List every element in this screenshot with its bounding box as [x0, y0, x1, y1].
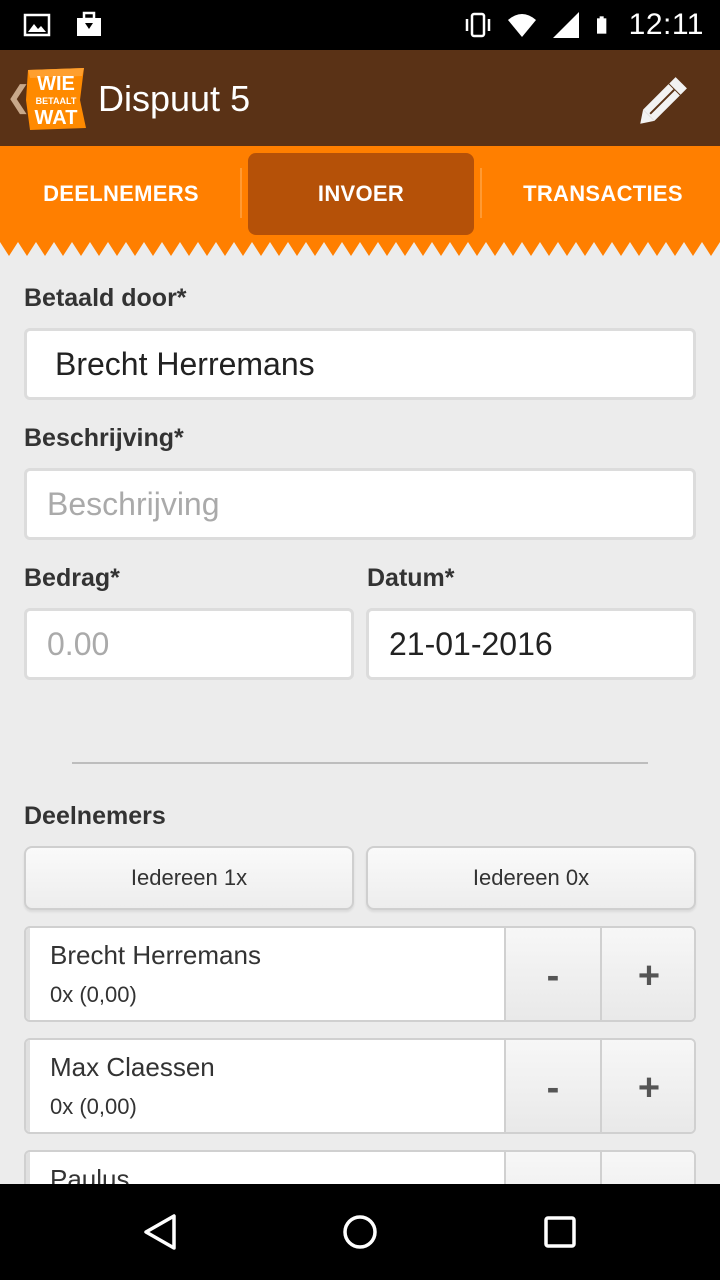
briefcase-download-icon: [77, 11, 101, 36]
zigzag-edge: [0, 242, 720, 256]
decrement-button[interactable]: [504, 1152, 600, 1184]
date-label: Datum*: [367, 564, 455, 592]
participants-heading: Deelnemers: [24, 802, 166, 830]
tab-divider: [480, 168, 482, 218]
entry-form: Betaald door* Brecht Herremans Beschrijv…: [0, 256, 720, 1184]
back-triangle-icon[interactable]: [140, 1212, 180, 1252]
amount-input[interactable]: 0.00: [24, 608, 354, 680]
tab-divider: [240, 168, 242, 218]
participant-row: Max Claessen 0x (0,00) - +: [24, 1038, 696, 1134]
increment-button[interactable]: [600, 1152, 694, 1184]
wifi-icon: [507, 14, 536, 37]
everyone-1x-button[interactable]: Iedereen 1x: [24, 846, 354, 910]
tab-deelnemers[interactable]: DEELNEMERS: [8, 153, 234, 235]
decrement-button[interactable]: -: [504, 1040, 600, 1132]
description-placeholder: Beschrijving: [47, 485, 220, 522]
participant-name: Brecht Herremans: [50, 940, 261, 970]
participant-row: Paulus: [24, 1150, 696, 1184]
vibrate-icon: [465, 12, 490, 38]
section-divider: [72, 762, 648, 764]
date-input[interactable]: 21-01-2016: [366, 608, 696, 680]
paid-by-value: Brecht Herremans: [55, 345, 315, 382]
home-circle-icon[interactable]: [340, 1212, 380, 1252]
app-bar: ❮ WIE BETAALT WAT Dispuut 5: [0, 50, 720, 146]
logo-line3: WAT: [35, 107, 78, 129]
status-bar: 12:11: [0, 0, 720, 50]
battery-icon: [596, 16, 606, 34]
page-title: Dispuut 5: [98, 78, 251, 119]
increment-button[interactable]: +: [600, 928, 694, 1020]
cell-signal-icon: [552, 12, 579, 38]
participant-name: Paulus: [50, 1164, 130, 1184]
participant-info: Brecht Herremans 0x (0,00): [26, 928, 504, 1020]
logo-line2: BETAALT: [36, 96, 77, 106]
amount-placeholder: 0.00: [47, 625, 110, 662]
status-time: 12:11: [628, 8, 704, 41]
pencil-icon[interactable]: [636, 70, 694, 128]
participant-share: 0x (0,00): [50, 1094, 137, 1119]
decrement-button[interactable]: -: [504, 928, 600, 1020]
participant-name: Max Claessen: [50, 1052, 215, 1082]
description-label: Beschrijving*: [24, 424, 184, 452]
participant-row: Brecht Herremans 0x (0,00) - +: [24, 926, 696, 1022]
image-icon: [23, 13, 51, 37]
logo-line1: WIE: [37, 73, 75, 95]
navigation-bar: [0, 1184, 720, 1280]
app-logo[interactable]: WIE BETAALT WAT: [22, 66, 90, 132]
participant-share: 0x (0,00): [50, 982, 137, 1007]
description-input[interactable]: Beschrijving: [24, 468, 696, 540]
tab-bar: DEELNEMERS INVOER TRANSACTIES: [0, 146, 720, 256]
participant-info: Max Claessen 0x (0,00): [26, 1040, 504, 1132]
amount-label: Bedrag*: [24, 564, 120, 592]
paid-by-select[interactable]: Brecht Herremans: [24, 328, 696, 400]
everyone-0x-button[interactable]: Iedereen 0x: [366, 846, 696, 910]
paid-by-label: Betaald door*: [24, 284, 187, 312]
date-value: 21-01-2016: [389, 625, 553, 662]
tab-invoer[interactable]: INVOER: [248, 153, 474, 235]
participant-info: Paulus: [26, 1152, 504, 1184]
increment-button[interactable]: +: [600, 1040, 694, 1132]
recents-square-icon[interactable]: [540, 1212, 580, 1252]
tab-transacties[interactable]: TRANSACTIES: [490, 153, 716, 235]
